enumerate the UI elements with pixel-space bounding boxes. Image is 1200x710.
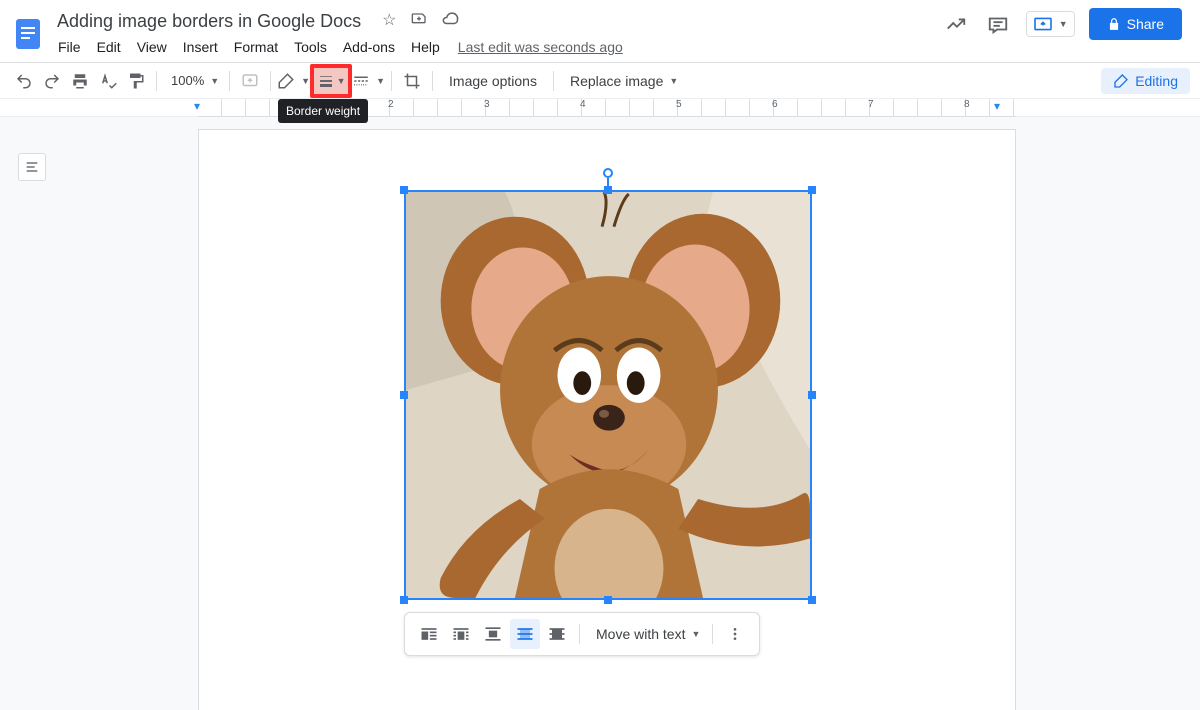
chevron-down-icon: ▼ [669,76,678,86]
inline-button[interactable] [414,619,444,649]
redo-button[interactable] [38,67,66,95]
chevron-down-icon: ▼ [210,76,219,86]
replace-image-button[interactable]: Replace image ▼ [560,67,688,95]
menu-help[interactable]: Help [403,36,448,58]
resize-handle-br[interactable] [808,596,816,604]
share-button[interactable]: Share [1089,8,1182,40]
chevron-down-icon: ▼ [1059,19,1068,29]
indent-left-marker[interactable]: ▾ [194,99,200,113]
chevron-down-icon: ▼ [301,76,310,86]
separator [270,71,271,91]
resize-handle-t[interactable] [604,186,612,194]
zoom-dropdown[interactable]: 100% ▼ [163,73,223,88]
share-label: Share [1127,16,1164,32]
separator [156,71,157,91]
image-position-toolbar: Move with text ▼ [404,612,760,656]
menu-bar: File Edit View Insert Format Tools Add-o… [50,34,623,60]
ruler-tick: 4 [580,99,586,110]
ruler-tick: 6 [772,99,778,110]
menu-addons[interactable]: Add-ons [335,36,403,58]
ruler-tick: 3 [484,99,490,110]
menu-view[interactable]: View [129,36,175,58]
move-with-text-dropdown[interactable]: Move with text ▼ [586,626,706,642]
ruler-tick: 5 [676,99,682,110]
selected-image[interactable] [404,190,812,600]
star-icon[interactable]: ☆ [382,10,396,33]
zoom-value: 100% [171,73,204,88]
more-options-button[interactable] [720,619,750,649]
resize-handle-tr[interactable] [808,186,816,194]
paint-format-button[interactable] [122,67,150,95]
chevron-down-icon: ▼ [691,629,700,639]
menu-insert[interactable]: Insert [175,36,226,58]
docs-logo[interactable] [8,8,48,58]
editing-mode-button[interactable]: Editing [1101,68,1190,94]
toolbar: 100% ▼ ▼ ▼ ▼ Image options Replace image ▼… [0,63,1200,99]
separator [579,624,580,644]
editing-label: Editing [1135,73,1178,89]
comments-icon[interactable] [984,10,1012,38]
cloud-status-icon[interactable] [441,10,459,33]
undo-button[interactable] [10,67,38,95]
menu-tools[interactable]: Tools [286,36,335,58]
document-title[interactable]: Adding image borders in Google Docs [50,9,368,34]
spellcheck-button[interactable] [94,67,122,95]
wrap-text-button[interactable] [446,619,476,649]
chevron-down-icon: ▼ [376,76,385,86]
border-dash-button[interactable]: ▼ [352,67,385,95]
ruler-tick: 2 [388,99,394,110]
move-icon[interactable] [411,10,427,33]
document-page[interactable]: Move with text ▼ [198,129,1016,710]
separator [229,71,230,91]
crop-button[interactable] [398,67,426,95]
menu-edit[interactable]: Edit [89,36,129,58]
separator [553,71,554,91]
present-button[interactable]: ▼ [1026,11,1075,37]
move-with-text-label: Move with text [596,626,685,642]
rotate-handle[interactable] [603,168,613,178]
resize-handle-tl[interactable] [400,186,408,194]
separator [391,71,392,91]
workspace: Move with text ▼ [0,117,1200,710]
border-weight-button[interactable]: ▼ [310,64,352,98]
cartoon-mouse-image [406,192,810,598]
add-comment-button[interactable] [236,67,264,95]
border-color-button[interactable]: ▼ [277,67,310,95]
print-button[interactable] [66,67,94,95]
behind-text-button[interactable] [510,619,540,649]
last-edit-link[interactable]: Last edit was seconds ago [458,39,623,55]
indent-right-marker[interactable]: ▾ [994,99,1000,113]
tooltip: Border weight [278,99,368,123]
ruler-tick: 7 [868,99,874,110]
menu-file[interactable]: File [50,36,89,58]
ruler-tick: 8 [964,99,970,110]
in-front-text-button[interactable] [542,619,572,649]
replace-image-label: Replace image [570,73,663,89]
separator [712,624,713,644]
image-content[interactable] [404,190,812,600]
separator [432,71,433,91]
activity-icon[interactable] [942,10,970,38]
resize-handle-bl[interactable] [400,596,408,604]
resize-handle-b[interactable] [604,596,612,604]
menu-format[interactable]: Format [226,36,286,58]
image-options-button[interactable]: Image options [439,67,547,95]
chevron-down-icon: ▼ [337,76,346,86]
break-text-button[interactable] [478,619,508,649]
resize-handle-l[interactable] [400,391,408,399]
ruler[interactable]: ▾ 1 2 3 4 5 6 7 8 ▾ [0,99,1200,117]
resize-handle-r[interactable] [808,391,816,399]
document-outline-button[interactable] [18,153,46,181]
